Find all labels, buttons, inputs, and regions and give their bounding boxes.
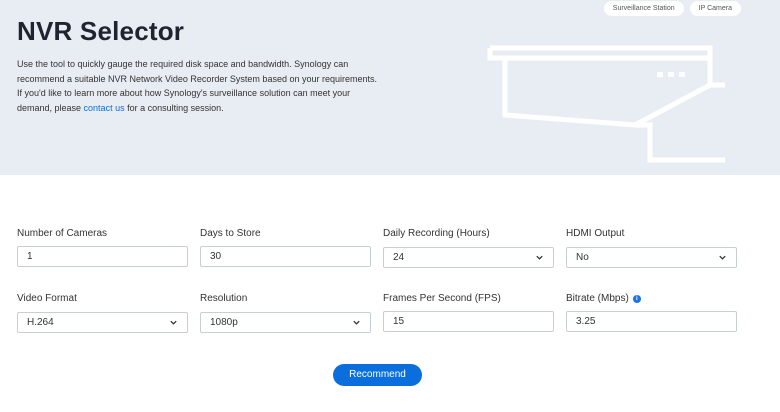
camera-illustration-icon	[487, 45, 725, 163]
hdmi-output-label: HDMI Output	[566, 228, 625, 239]
resolution-label: Resolution	[200, 293, 248, 304]
resolution-select[interactable]: 1080p	[200, 312, 371, 333]
bitrate-label: Bitrate (Mbps) i	[566, 293, 641, 304]
num-cameras-input[interactable]: 1	[17, 246, 188, 267]
daily-recording-label: Daily Recording (Hours)	[383, 228, 490, 239]
page-title: NVR Selector	[17, 16, 185, 46]
fps-input[interactable]: 15	[383, 311, 554, 332]
hdmi-output-select[interactable]: No	[566, 247, 737, 268]
tag-list: Surveillance Station IP Camera	[603, 1, 741, 16]
contact-us-link[interactable]: contact us	[84, 103, 125, 113]
recommend-button[interactable]: Recommend	[333, 364, 422, 386]
tag-ip-camera[interactable]: IP Camera	[689, 1, 741, 16]
resolution-value: 1080p	[210, 317, 238, 328]
chevron-down-icon	[719, 255, 726, 260]
chevron-down-icon	[353, 320, 360, 325]
num-cameras-label: Number of Cameras	[17, 228, 108, 239]
video-format-label: Video Format	[17, 293, 77, 304]
chevron-down-icon	[536, 255, 543, 260]
tag-surveillance-station[interactable]: Surveillance Station	[603, 1, 684, 16]
hdmi-output-value: No	[576, 252, 589, 263]
intro-text-end: for a consulting session.	[124, 102, 224, 113]
hero-banner: Surveillance Station IP Camera NVR Selec…	[0, 0, 780, 175]
info-icon[interactable]: i	[632, 295, 641, 303]
video-format-value: H.264	[27, 317, 54, 328]
days-to-store-label: Days to Store	[200, 228, 261, 239]
intro-text: Use the tool to quickly gauge the requir…	[17, 57, 377, 115]
days-to-store-input[interactable]: 30	[200, 246, 371, 267]
daily-recording-select[interactable]: 24	[383, 247, 554, 268]
bitrate-label-text: Bitrate (Mbps)	[566, 293, 629, 304]
video-format-select[interactable]: H.264	[17, 312, 188, 333]
fps-label: Frames Per Second (FPS)	[383, 293, 501, 304]
chevron-down-icon	[170, 320, 177, 325]
bitrate-input[interactable]: 3.25	[566, 311, 737, 332]
daily-recording-value: 24	[393, 252, 405, 263]
